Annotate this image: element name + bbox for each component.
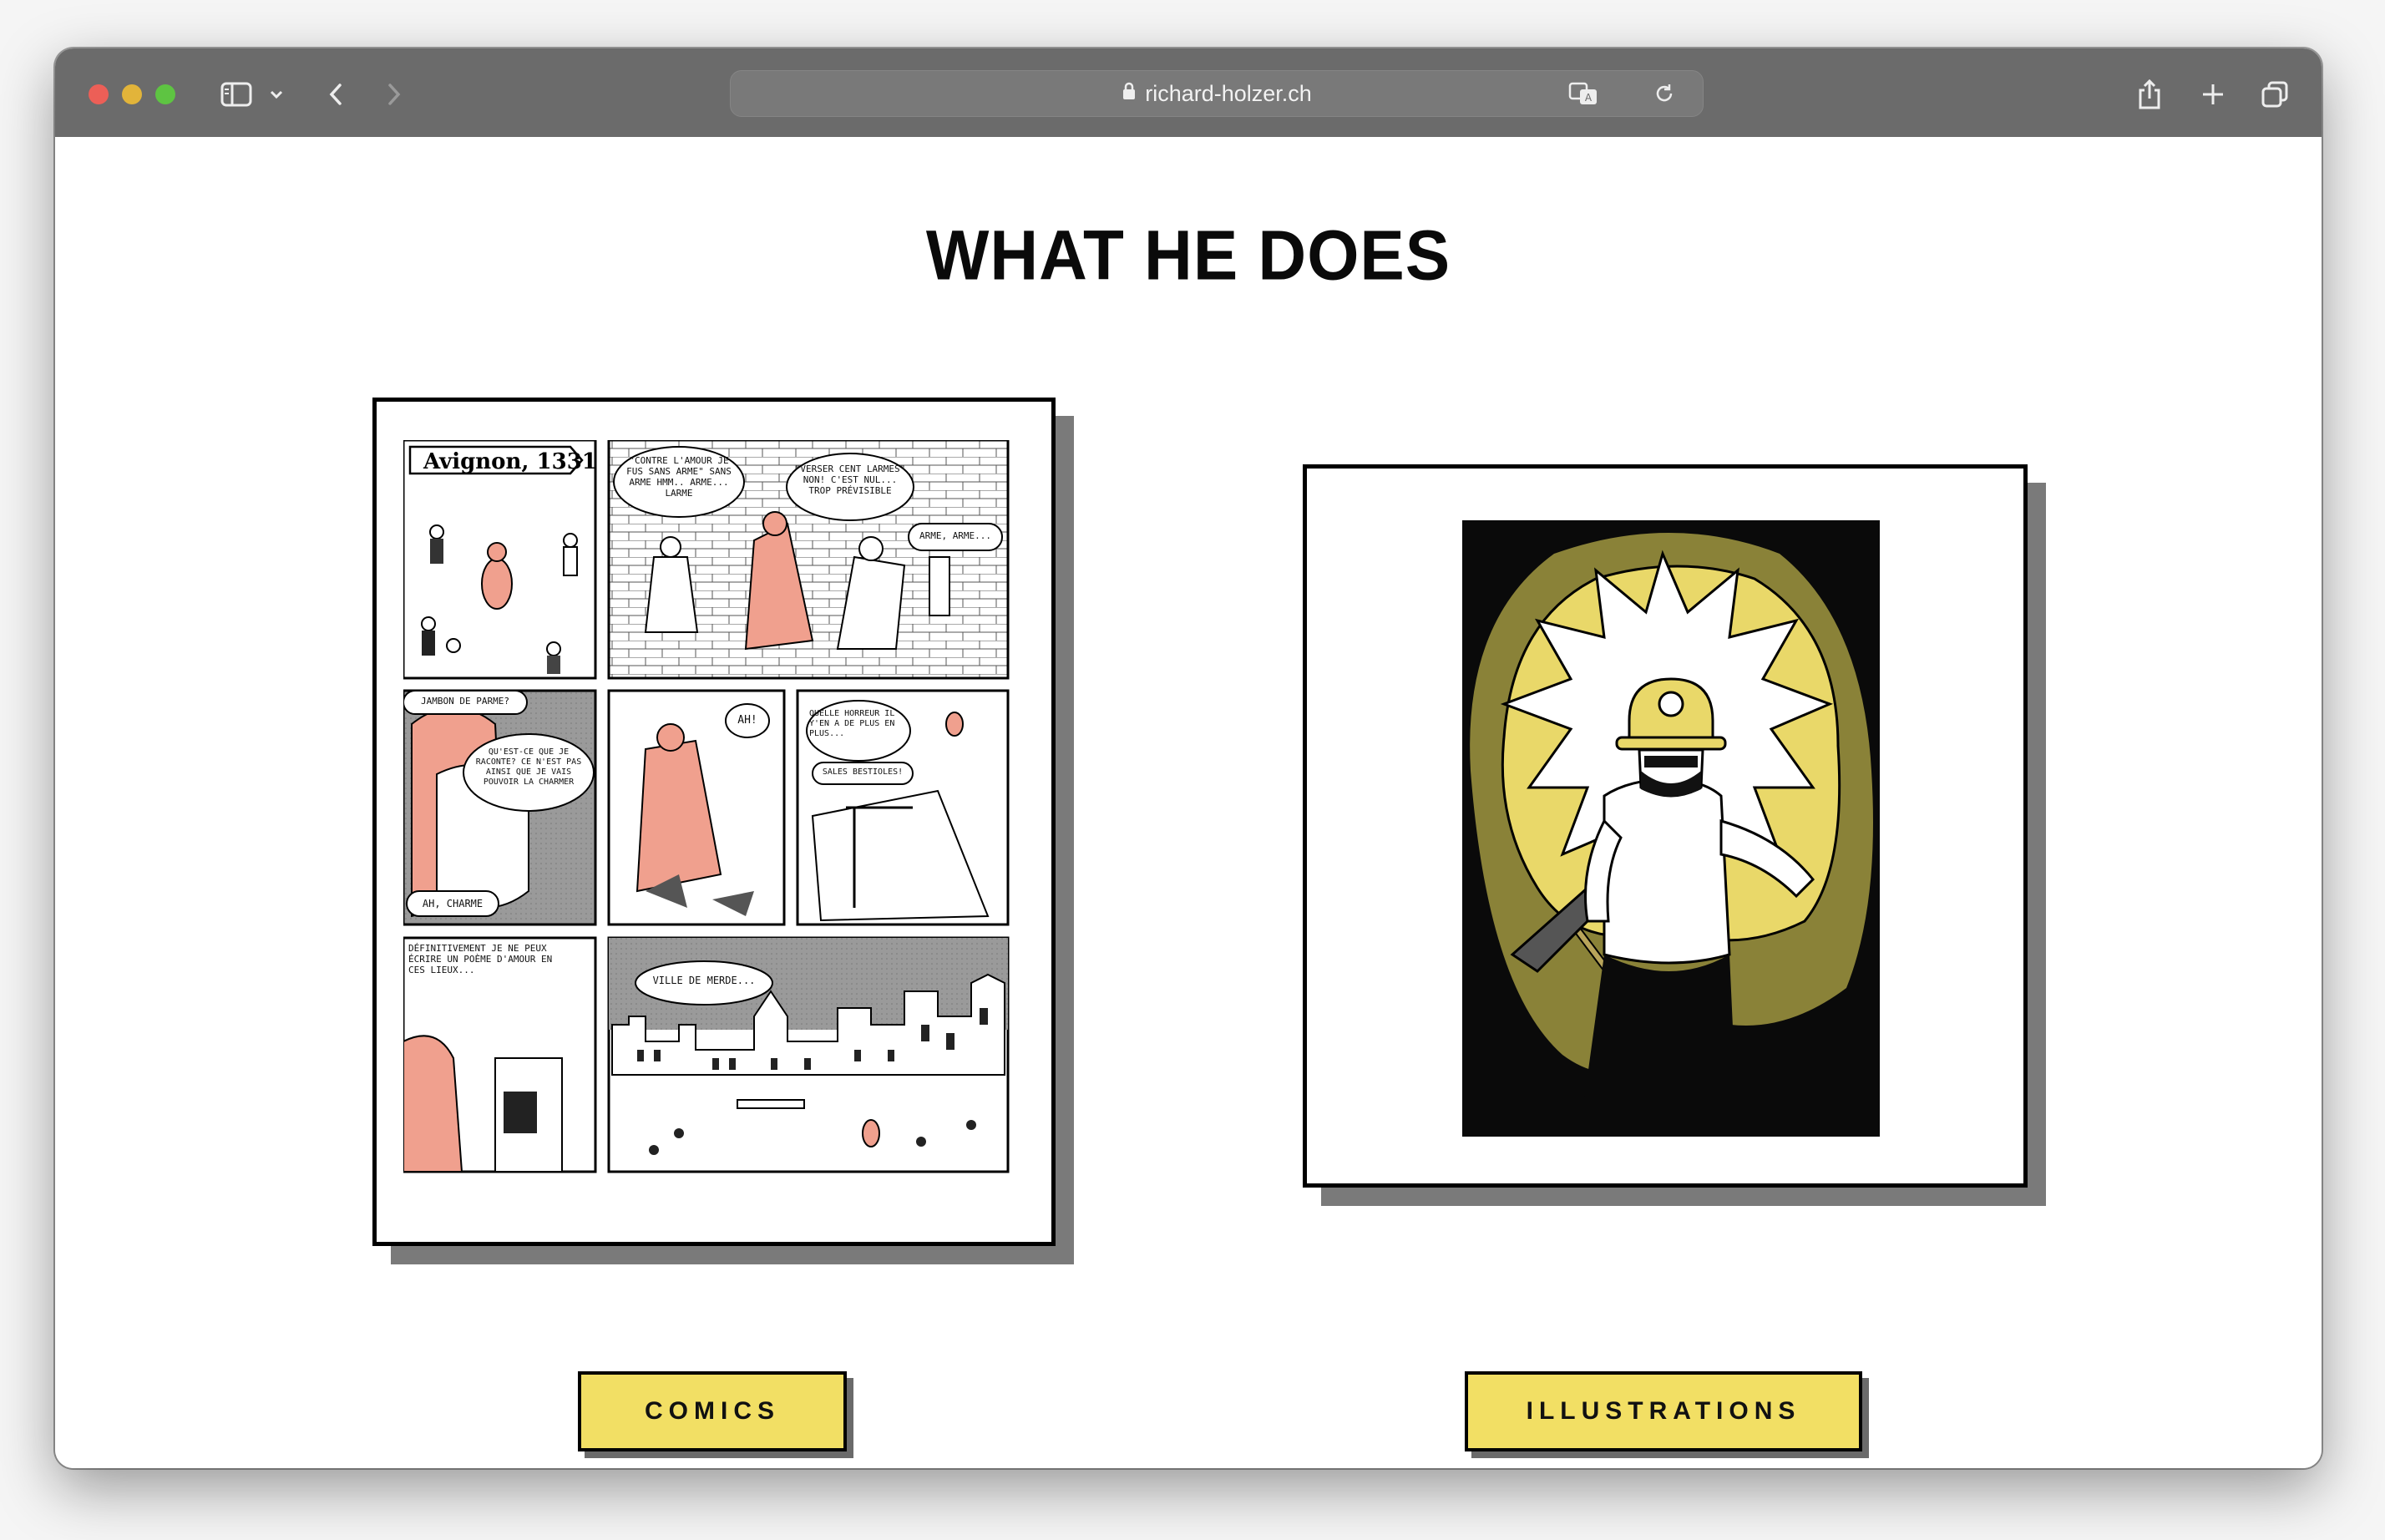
comic-bubble-3: ARME, ARME... [919,530,992,541]
address-bar[interactable]: richard-holzer.ch A [730,70,1704,117]
comic-bubble-2: "VERSER CENT LARMES" NON! C'EST NUL... T… [794,464,906,496]
comic-bubble-5: QU'EST-CE QUE JE RACONTE? CE N'EST PAS A… [475,747,582,787]
tabs-icon[interactable] [2258,73,2291,115]
zoom-window-button[interactable] [155,84,175,104]
illustrations-preview-card[interactable] [1303,464,2028,1188]
comic-bubble-11: VILLE DE MERDE... [652,975,756,986]
miner-illustration-image [1462,520,1880,1137]
back-icon[interactable] [319,73,352,115]
browser-window: richard-holzer.ch A WHAT HE DOES Avignon… [55,48,2322,1468]
comic-bubble-8: SALES BESTIOLES! [822,767,904,777]
lock-icon [1122,81,1137,107]
comic-bubble-9: AH, CHARME [422,898,484,909]
translate-icon[interactable]: A [1566,73,1603,114]
comic-bubble-6: AH! [737,714,757,727]
comic-bubble-7: QUELLE HORREUR IL Y'EN A DE PLUS EN PLUS… [809,709,895,738]
comic-bubble-1: "CONTRE L'AMOUR JE FUS SANS ARME" SANS A… [626,455,732,499]
svg-text:A: A [1585,92,1593,104]
comic-title: Avignon, 1331 [423,449,597,474]
sidebar-icon[interactable] [215,73,257,115]
page-title: WHAT HE DOES [925,215,1451,295]
comic-bubble-10: DÉFINITIVEMENT JE NE PEUX ÉCRIRE UN POÈM… [408,943,553,975]
url-text: richard-holzer.ch [1145,80,1312,106]
illustrations-button[interactable]: ILLUSTRATIONS [1465,1371,1862,1451]
share-icon[interactable] [2133,73,2166,115]
close-window-button[interactable] [89,84,109,104]
comic-bubble-4: JAMBON DE PARME? [421,696,509,707]
browser-toolbar: richard-holzer.ch A [55,48,2322,139]
forward-icon[interactable] [377,73,411,115]
reload-icon[interactable] [1648,73,1681,114]
page-content: WHAT HE DOES Avignon, 1331 "CONTRE L'AMO… [55,137,2322,1468]
chevron-down-icon[interactable] [264,73,289,115]
comics-button[interactable]: COMICS [578,1371,847,1451]
plus-icon[interactable] [2196,73,2230,115]
comic-page-image: Avignon, 1331 "CONTRE L'AMOUR JE FUS SAN… [403,440,1010,1173]
minimize-window-button[interactable] [122,84,142,104]
comics-preview-card[interactable]: Avignon, 1331 "CONTRE L'AMOUR JE FUS SAN… [372,398,1056,1246]
